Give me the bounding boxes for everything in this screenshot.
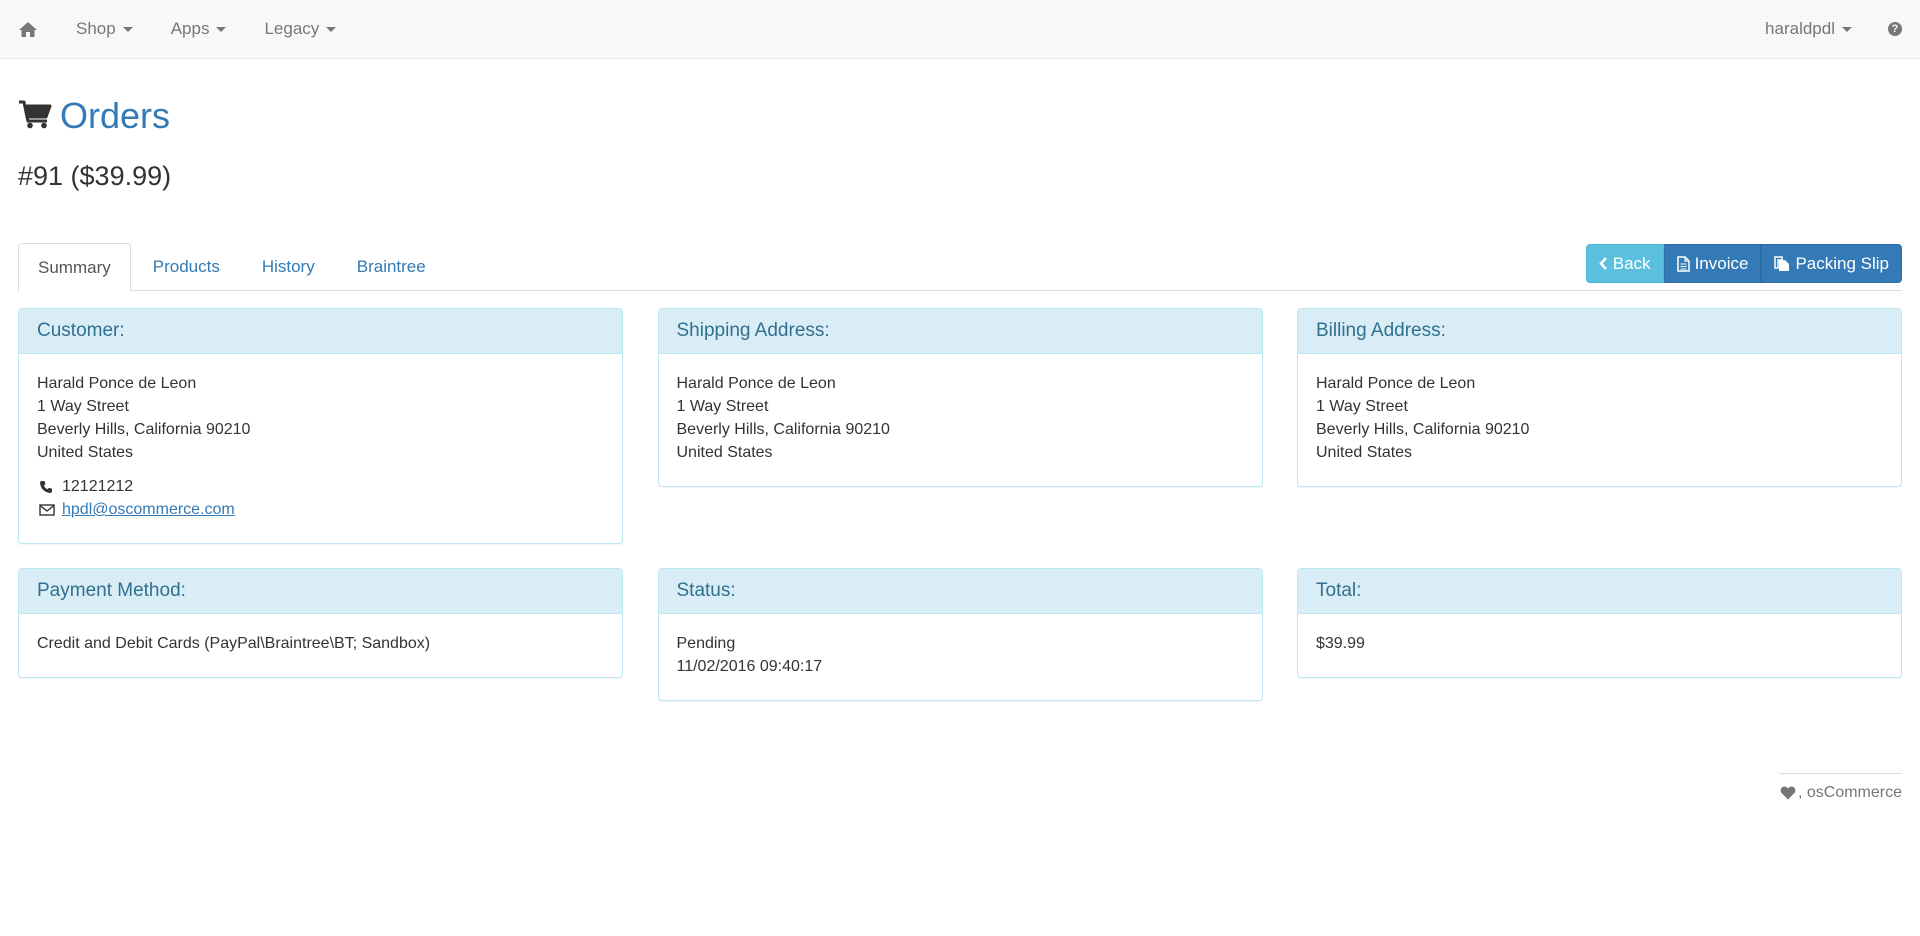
billing-city: Beverly Hills, California 90210 [1316,421,1530,438]
total-panel-body: $39.99 [1298,614,1901,677]
shipping-address-panel-body: Harald Ponce de Leon 1 Way Street Beverl… [659,354,1262,486]
total-value: $39.99 [1316,635,1365,652]
tab-summary[interactable]: Summary [18,243,131,292]
customer-phone-row: 12121212 [37,475,604,498]
navbar-left: Shop Apps Legacy [18,19,374,39]
status-panel: Status: Pending 11/02/2016 09:40:17 [657,568,1263,701]
customer-panel-heading: Customer: [19,309,622,354]
invoice-button-label: Invoice [1694,253,1749,273]
caret-down-icon [326,26,337,32]
footer-text: , osCommerce [1797,784,1902,801]
status-date: 11/02/2016 09:40:17 [676,658,823,675]
home-icon[interactable] [18,21,38,38]
payment-method-value: Credit and Debit Cards (PayPal\Braintree… [37,635,431,652]
top-navbar: Shop Apps Legacy haraldpdl ? [0,0,1920,59]
customer-email-link[interactable]: hpdl@oscommerce.com [62,498,235,521]
chevron-left-icon [1599,257,1607,270]
shopping-cart-icon [18,99,52,134]
action-buttons: Back Invoice Packing Slip [1585,244,1902,283]
billing-street: 1 Way Street [1316,398,1408,415]
invoice-button[interactable]: Invoice [1663,244,1762,283]
shipping-street: 1 Way Street [676,398,769,415]
total-panel-heading: Total: [1298,569,1901,614]
user-menu[interactable]: haraldpdl [1765,19,1852,39]
customer-name: Harald Ponce de Leon [37,375,197,392]
tab-braintree[interactable]: Braintree [337,243,446,290]
shipping-address-panel-heading: Shipping Address: [658,309,1262,354]
page-title: Orders [18,93,1902,139]
billing-address-panel: Billing Address: Harald Ponce de Leon 1 … [1297,308,1902,487]
navbar-right: haraldpdl ? [1765,19,1902,39]
question-circle-icon[interactable]: ? [1888,22,1902,36]
envelope-icon [37,503,62,516]
packing-slip-button-label: Packing Slip [1795,253,1889,273]
billing-address-panel-body: Harald Ponce de Leon 1 Way Street Beverl… [1298,354,1901,486]
shipping-name: Harald Ponce de Leon [676,375,836,392]
customer-email-row: hpdl@oscommerce.com [37,498,604,521]
nav-menu-legacy[interactable]: Legacy [264,19,337,39]
shipping-city: Beverly Hills, California 90210 [676,421,890,438]
customer-panel-body: Harald Ponce de Leon 1 Way Street Beverl… [19,354,622,543]
back-button[interactable]: Back [1585,244,1664,283]
tab-products[interactable]: Products [133,243,240,290]
order-heading: #91 ($39.99) [18,161,172,191]
nav-menu-legacy-label: Legacy [264,19,320,38]
copy-icon [1774,255,1790,271]
file-text-icon [1676,255,1690,272]
phone-icon [37,480,62,494]
footer: , osCommerce [1779,773,1902,802]
status-panel-heading: Status: [658,569,1262,614]
billing-country: United States [1316,444,1413,461]
tab-history[interactable]: History [242,243,335,290]
caret-down-icon [216,26,227,32]
heart-icon [1780,786,1796,800]
packing-slip-button[interactable]: Packing Slip [1761,244,1902,283]
status-value: Pending [676,635,736,652]
customer-panel: Customer: Harald Ponce de Leon 1 Way Str… [18,308,623,544]
nav-menu-shop[interactable]: Shop [76,19,133,39]
customer-phone: 12121212 [62,478,134,495]
nav-menu-apps[interactable]: Apps [171,19,227,39]
customer-street: 1 Way Street [37,398,129,415]
panel-row-1: Customer: Harald Ponce de Leon 1 Way Str… [18,308,1902,544]
payment-method-panel-heading: Payment Method: [19,569,622,614]
status-panel-body: Pending 11/02/2016 09:40:17 [659,614,1262,700]
main-content: Orders #91 ($39.99) Back Invoice Packing… [0,93,1920,701]
payment-method-panel: Payment Method: Credit and Debit Cards (… [18,568,623,678]
nav-menu-shop-label: Shop [76,19,116,38]
customer-country: United States [37,444,134,461]
billing-name: Harald Ponce de Leon [1316,375,1476,392]
billing-address-panel-heading: Billing Address: [1298,309,1901,354]
page-title-text[interactable]: Orders [60,95,170,137]
customer-city: Beverly Hills, California 90210 [37,421,251,438]
caret-down-icon [122,26,133,32]
user-menu-label: haraldpdl [1765,19,1835,38]
payment-method-panel-body: Credit and Debit Cards (PayPal\Braintree… [19,614,622,677]
caret-down-icon [1842,26,1852,32]
nav-menu-apps-label: Apps [170,19,210,38]
panel-row-2: Payment Method: Credit and Debit Cards (… [18,568,1902,701]
total-panel: Total: $39.99 [1297,568,1902,678]
shipping-address-panel: Shipping Address: Harald Ponce de Leon 1… [657,308,1263,487]
shipping-country: United States [676,444,773,461]
back-button-label: Back [1612,253,1651,273]
